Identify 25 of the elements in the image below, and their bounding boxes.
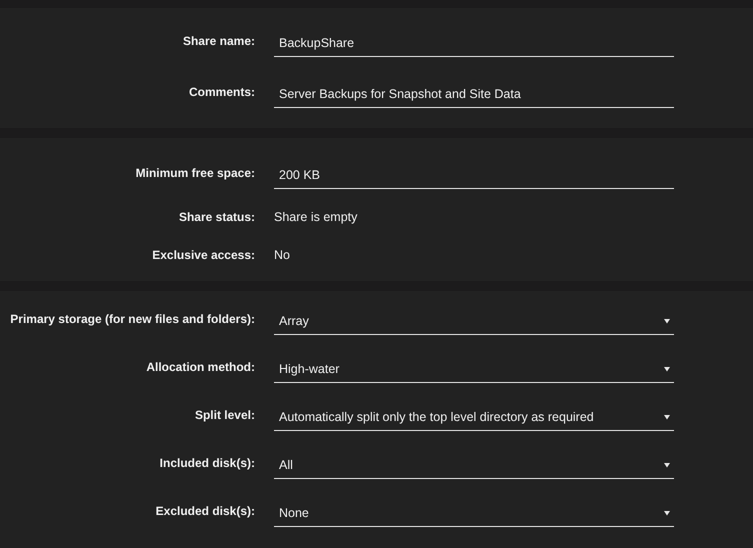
dropdown-field[interactable]: High-water [274, 362, 674, 383]
caret-icon [664, 462, 670, 468]
text-input-field[interactable]: BackupShare [274, 36, 674, 57]
field-value: No [274, 248, 291, 262]
caret-icon [664, 318, 670, 324]
field-label: Allocation method: [145, 360, 255, 376]
dropdown-field[interactable]: Automatically split only the top level directory as required [274, 410, 674, 431]
dropdown-field[interactable]: All [274, 458, 674, 479]
text-input-field[interactable]: Server Backups for Snapshot and Site Data [274, 87, 674, 108]
field-label: Exclusive access: [151, 248, 255, 262]
text-input-field[interactable]: 200 KB [274, 168, 674, 189]
field-label: Primary storage (for new files and folders): [9, 312, 255, 328]
field-value: Share is empty [274, 210, 358, 224]
caret-icon [664, 510, 670, 516]
field-label: Share name: [182, 34, 255, 50]
dropdown-field[interactable]: None [274, 506, 674, 527]
field-label: Split level: [194, 408, 255, 424]
field-label: Comments: [188, 85, 255, 101]
field-label: Included disk(s): [158, 456, 255, 472]
caret-icon [664, 414, 670, 420]
dropdown-field[interactable]: Array [274, 314, 674, 335]
field-label: Excluded disk(s): [154, 504, 255, 520]
caret-icon [664, 366, 670, 372]
field-label: Minimum free space: [134, 166, 255, 182]
field-label: Share status: [178, 210, 255, 224]
